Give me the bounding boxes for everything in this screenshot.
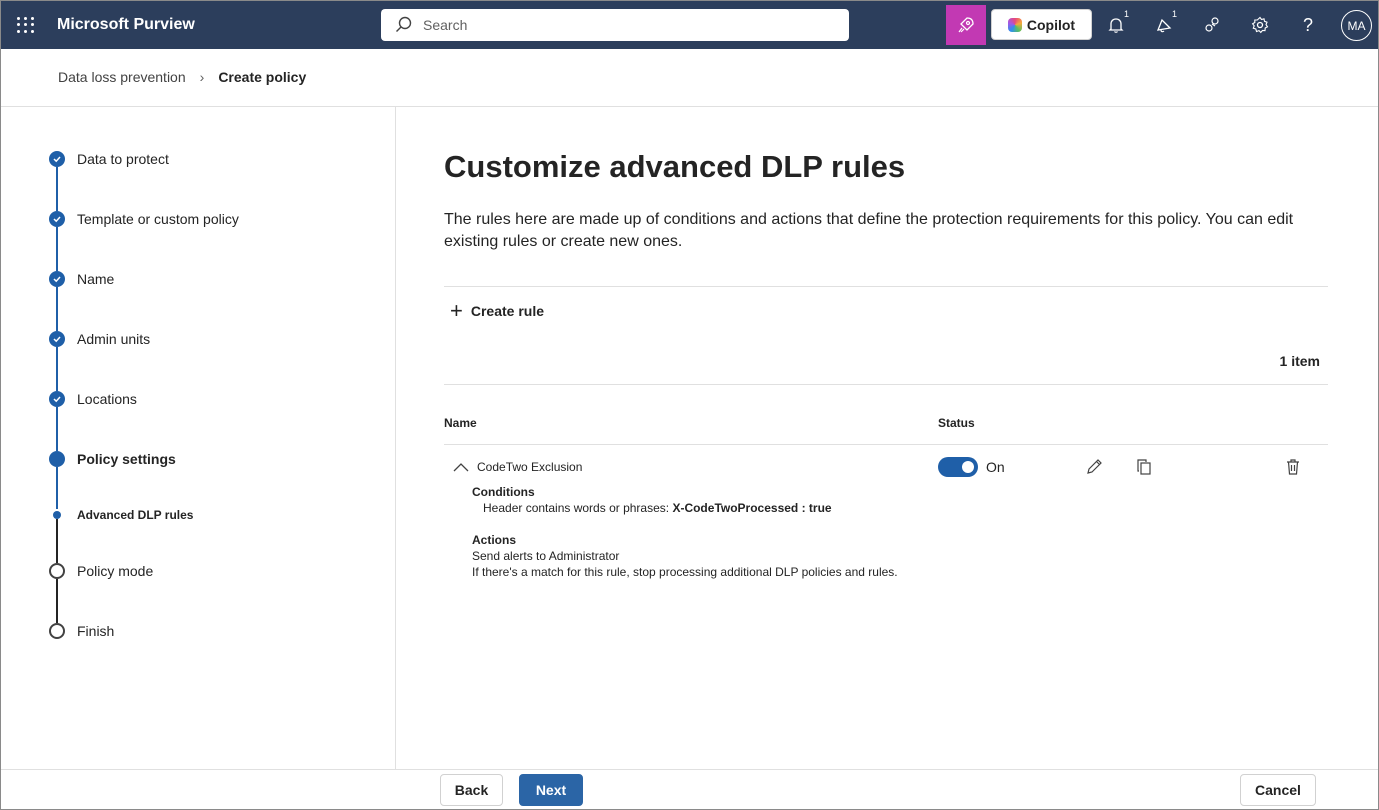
notifications-button[interactable]: 1 [1104, 9, 1130, 37]
step-policy-mode[interactable]: Policy mode [49, 563, 153, 579]
check-icon [49, 271, 65, 287]
step-label: Locations [77, 391, 137, 407]
step-label: Template or custom policy [77, 211, 239, 227]
breadcrumb-current: Create policy [218, 69, 307, 85]
rocket-button[interactable] [946, 5, 986, 45]
step-finish[interactable]: Finish [49, 623, 114, 639]
check-icon [49, 391, 65, 407]
whats-new-badge: 1 [1170, 9, 1178, 19]
stepper-divider [395, 106, 396, 769]
conditions-heading: Conditions [472, 485, 535, 499]
delete-rule-button[interactable] [1283, 457, 1303, 477]
section-divider [444, 286, 1328, 287]
question-mark-icon: ? [1302, 14, 1313, 35]
step-label: Data to protect [77, 151, 169, 167]
step-label: Advanced DLP rules [77, 508, 194, 522]
whats-new-button[interactable]: 1 [1152, 9, 1178, 37]
plus-icon: + [450, 298, 463, 323]
copilot-label: Copilot [1026, 16, 1076, 33]
step-connector [56, 467, 58, 509]
step-label: Finish [77, 623, 115, 639]
current-step-dot-icon [49, 451, 65, 467]
app-launcher-icon[interactable] [15, 15, 35, 35]
copilot-logo-icon [1007, 17, 1022, 32]
step-label: Name [77, 271, 115, 287]
settings-button[interactable] [1248, 13, 1272, 37]
create-rule-label: Create rule [470, 303, 545, 319]
step-label: Admin units [77, 331, 151, 347]
check-icon [49, 151, 65, 167]
table-top-divider [444, 384, 1328, 385]
actions-heading: Actions [472, 533, 517, 547]
step-label: Policy mode [77, 563, 154, 579]
copilot-button[interactable]: Copilot [991, 9, 1092, 40]
search-box[interactable] [381, 9, 849, 41]
rule-row-toggle[interactable]: CodeTwo Exclusion [453, 460, 582, 474]
condition-value: X-CodeTwoProcessed : true [672, 501, 832, 515]
search-icon [396, 16, 412, 32]
step-name[interactable]: Name [49, 271, 114, 287]
breadcrumb: Data loss prevention › Create policy [58, 69, 306, 85]
copy-rule-button[interactable] [1134, 457, 1154, 477]
step-connector [56, 407, 58, 451]
step-data-to-protect[interactable]: Data to protect [49, 151, 169, 167]
next-button[interactable]: Next [519, 774, 583, 806]
step-connector [56, 347, 58, 391]
footer-divider [1, 769, 1378, 770]
chevron-right-icon: › [199, 69, 205, 85]
page-description: The rules here are made up of conditions… [444, 211, 1294, 250]
rule-status-toggle[interactable] [938, 457, 978, 477]
people-icon [1205, 17, 1219, 32]
condition-prefix: Header contains words or phrases: [483, 501, 670, 515]
copy-icon [1137, 459, 1151, 475]
column-header-status[interactable]: Status [938, 416, 975, 430]
rule-status-label: On [986, 459, 1005, 475]
help-button[interactable]: ? [1296, 13, 1320, 37]
rule-name: CodeTwo Exclusion [477, 460, 583, 474]
step-connector [56, 227, 58, 271]
check-icon [49, 211, 65, 227]
edit-rule-button[interactable] [1084, 457, 1104, 477]
step-connector [56, 579, 58, 623]
step-admin-units[interactable]: Admin units [49, 331, 150, 347]
item-count: 1 item [1279, 353, 1320, 369]
step-locations[interactable]: Locations [49, 391, 137, 407]
pending-step-icon [49, 563, 65, 579]
condition-detail: Header contains words or phrases: X-Code… [483, 501, 832, 515]
notifications-badge: 1 [1122, 9, 1130, 19]
step-connector [56, 167, 58, 211]
trash-icon [1287, 459, 1299, 475]
action-item: Send alerts to Administrator [472, 549, 620, 563]
step-connector [56, 287, 58, 331]
step-connector [56, 519, 58, 563]
pencil-icon [1087, 459, 1102, 474]
step-label: Policy settings [77, 451, 176, 467]
create-rule-button[interactable]: + Create rule [450, 298, 545, 323]
app-frame: Microsoft Purview Copilot 1 1 ? MA [0, 0, 1379, 810]
step-advanced-dlp-rules[interactable]: Advanced DLP rules [49, 508, 193, 522]
community-button[interactable] [1200, 13, 1224, 37]
action-item: If there's a match for this rule, stop p… [472, 565, 898, 579]
header-divider [1, 106, 1378, 107]
top-bar: Microsoft Purview Copilot 1 1 ? MA [1, 1, 1378, 49]
search-input[interactable] [423, 17, 823, 33]
step-policy-settings[interactable]: Policy settings [49, 451, 176, 467]
back-button[interactable]: Back [440, 774, 503, 806]
avatar[interactable]: MA [1341, 10, 1372, 41]
breadcrumb-parent[interactable]: Data loss prevention [58, 69, 186, 85]
page-title: Customize advanced DLP rules [444, 149, 906, 184]
column-header-name[interactable]: Name [444, 416, 477, 430]
pending-step-icon [49, 623, 65, 639]
table-header-divider [444, 444, 1328, 445]
cancel-button[interactable]: Cancel [1240, 774, 1316, 806]
chevron-up-icon [453, 463, 469, 472]
check-icon [49, 331, 65, 347]
gear-icon [1251, 16, 1269, 34]
rocket-icon [958, 17, 974, 33]
step-template[interactable]: Template or custom policy [49, 211, 239, 227]
substep-dot-icon [53, 511, 61, 519]
app-title[interactable]: Microsoft Purview [57, 16, 195, 34]
